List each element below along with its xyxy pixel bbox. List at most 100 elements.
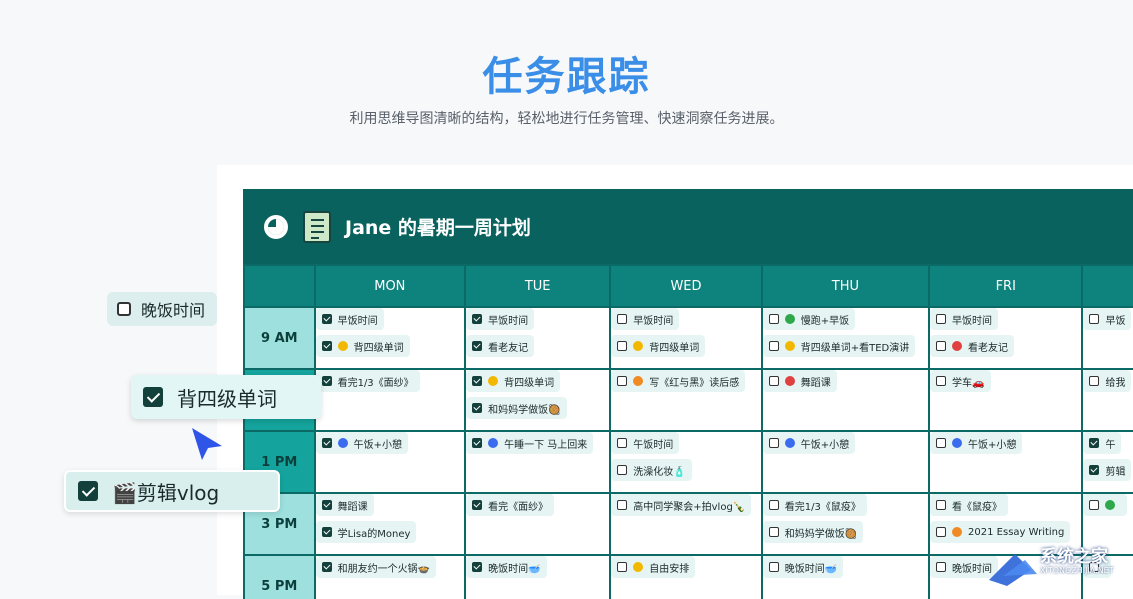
task-item[interactable]: 早饭时间 xyxy=(467,309,535,330)
checkbox-icon[interactable] xyxy=(617,562,628,572)
checked-box-icon[interactable] xyxy=(321,314,332,324)
checked-box-icon[interactable] xyxy=(321,438,332,448)
task-label: 舞蹈课 xyxy=(337,501,368,513)
task-item[interactable]: 和朋友约一个火锅🍲 xyxy=(316,557,437,578)
schedule-cell: 慢跑+早饭背四级单词+看TED演讲 xyxy=(760,306,931,370)
task-item[interactable]: 午饭+小憩 xyxy=(316,433,408,454)
task-item[interactable]: 高中同学聚会+拍vlog🍾 xyxy=(612,495,752,516)
task-label: 剪辑 xyxy=(1105,466,1126,478)
schedule-cell: 看完1/3《面纱》 xyxy=(313,368,467,432)
task-item[interactable]: 午饭+小憩 xyxy=(931,433,1023,454)
checkbox-icon[interactable] xyxy=(617,438,628,448)
checkbox-icon[interactable] xyxy=(768,527,779,537)
checked-box-icon[interactable] xyxy=(472,562,483,572)
checkbox-icon[interactable] xyxy=(768,562,779,572)
checkbox-icon[interactable] xyxy=(1089,500,1100,510)
task-item[interactable]: 学车🚗 xyxy=(931,371,991,392)
task-label: 午睡一下 马上回来 xyxy=(504,439,588,451)
task-item[interactable]: 慢跑+早饭 xyxy=(763,309,856,330)
checkbox-icon[interactable] xyxy=(936,341,947,351)
checkbox-icon[interactable] xyxy=(768,376,779,386)
task-item[interactable]: 写《红与黑》读后感 xyxy=(612,371,746,392)
checked-box-icon[interactable] xyxy=(472,500,483,510)
floating-task-edit-vlog[interactable]: 🎬剪辑vlog xyxy=(64,470,280,512)
task-item[interactable]: 早饭时间 xyxy=(316,309,384,330)
checkbox-icon[interactable] xyxy=(936,562,947,572)
task-item[interactable]: 看《鼠疫》 xyxy=(931,495,1009,516)
checked-box-icon[interactable] xyxy=(472,314,483,324)
task-item[interactable]: 午睡一下 马上回来 xyxy=(467,433,594,454)
checkbox-icon[interactable] xyxy=(617,465,628,475)
task-label: 晚饭时间🥣 xyxy=(784,563,838,575)
task-item[interactable]: 背四级单词 xyxy=(316,335,410,357)
task-item[interactable]: 看完《面纱》 xyxy=(467,495,555,516)
task-item[interactable]: 舞蹈课 xyxy=(316,495,374,516)
task-item[interactable] xyxy=(1084,495,1128,516)
task-item[interactable]: 看老友记 xyxy=(467,335,535,357)
checked-box-icon[interactable] xyxy=(321,341,332,351)
task-item[interactable]: 看完1/3《面纱》 xyxy=(316,371,420,392)
checked-box-icon[interactable] xyxy=(472,403,483,413)
task-item[interactable]: 午饭+小憩 xyxy=(763,433,856,454)
checked-box-icon[interactable] xyxy=(143,387,163,407)
checkbox-icon[interactable] xyxy=(617,314,628,324)
task-item[interactable]: 晚饭时间🥣 xyxy=(467,557,547,578)
task-item[interactable]: 和妈妈学做饭🥘 xyxy=(467,397,567,419)
checkbox-icon[interactable] xyxy=(936,314,947,324)
task-item[interactable]: 自由安排 xyxy=(612,557,696,578)
checkbox-icon[interactable] xyxy=(617,500,628,510)
checked-box-icon[interactable] xyxy=(1089,438,1100,448)
task-item[interactable]: 洗澡化妆🧴 xyxy=(612,459,692,481)
checkbox-icon[interactable] xyxy=(768,500,779,510)
checkbox-icon[interactable] xyxy=(936,376,947,386)
priority-icon xyxy=(952,438,963,448)
task-label: 早饭时间 xyxy=(337,315,378,327)
floating-task-vocab[interactable]: 背四级单词 xyxy=(131,375,321,419)
checked-box-icon[interactable] xyxy=(472,376,483,386)
checked-box-icon[interactable] xyxy=(321,562,332,572)
task-item[interactable]: 舞蹈课 xyxy=(763,371,837,392)
checkbox-icon[interactable] xyxy=(768,438,779,448)
task-label: 给我 xyxy=(1105,377,1126,389)
task-item[interactable]: 背四级单词 xyxy=(612,335,706,357)
task-item[interactable]: 早饭时间 xyxy=(612,309,680,330)
task-item[interactable]: 早饭时间 xyxy=(931,309,999,330)
checkbox-icon[interactable] xyxy=(1089,314,1100,324)
checkbox-icon[interactable] xyxy=(617,376,628,386)
schedule-cell: 早饭 xyxy=(1081,306,1133,370)
checkbox-icon[interactable] xyxy=(768,341,779,351)
task-item[interactable]: 剪辑 xyxy=(1084,459,1132,481)
checkbox-icon[interactable] xyxy=(936,438,947,448)
task-item[interactable]: 背四级单词 xyxy=(467,371,561,392)
checkbox-icon[interactable] xyxy=(768,314,779,324)
task-item[interactable]: 早饭 xyxy=(1084,309,1132,330)
checked-box-icon[interactable] xyxy=(321,376,332,386)
task-item[interactable]: 午饭时间 xyxy=(612,433,680,454)
checked-box-icon[interactable] xyxy=(472,341,483,351)
checked-box-icon[interactable] xyxy=(78,481,98,501)
task-label: 和妈妈学做饭🥘 xyxy=(488,404,561,416)
day-header: FRI xyxy=(928,264,1084,308)
floating-task-dinner[interactable]: 晚饭时间 xyxy=(107,292,217,326)
schedule-cell: 看完《面纱》 xyxy=(464,492,612,556)
task-item[interactable]: 背四级单词+看TED演讲 xyxy=(763,335,916,357)
task-item[interactable]: 午 xyxy=(1084,433,1122,454)
checkbox-icon[interactable] xyxy=(117,302,131,316)
task-item[interactable]: 给我 xyxy=(1084,371,1132,392)
task-item[interactable]: 学Lisa的Money xyxy=(316,521,417,543)
checked-box-icon[interactable] xyxy=(321,500,332,510)
schedule-cell: 午剪辑 xyxy=(1081,430,1133,494)
checked-box-icon[interactable] xyxy=(1089,465,1100,475)
checkbox-icon[interactable] xyxy=(936,527,947,537)
checkbox-icon[interactable] xyxy=(936,500,947,510)
task-item[interactable]: 看老友记 xyxy=(931,335,1015,357)
checked-box-icon[interactable] xyxy=(321,527,332,537)
checked-box-icon[interactable] xyxy=(472,438,483,448)
checklist-icon xyxy=(303,210,331,243)
task-item[interactable]: 看完1/3《鼠疫》 xyxy=(763,495,867,516)
day-header: WED xyxy=(609,264,763,308)
checkbox-icon[interactable] xyxy=(617,341,628,351)
task-item[interactable]: 晚饭时间🥣 xyxy=(763,557,844,578)
checkbox-icon[interactable] xyxy=(1089,376,1100,386)
task-item[interactable]: 和妈妈学做饭🥘 xyxy=(763,521,864,543)
